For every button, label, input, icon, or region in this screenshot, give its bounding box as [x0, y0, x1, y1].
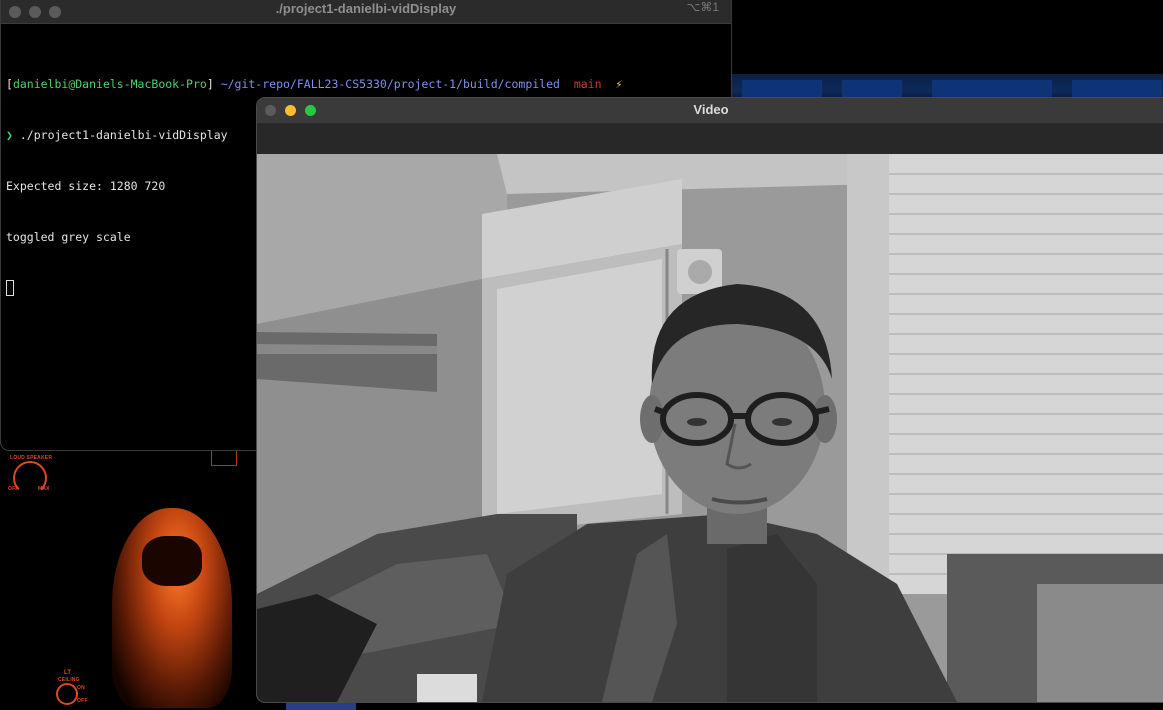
prompt-user-host: danielbi@Daniels-MacBook-Pro	[12, 77, 207, 91]
terminal-prompt-line: [danielbi@Daniels-MacBook-Pro] ~/git-rep…	[6, 77, 623, 91]
prompt-path: ~/git-repo/FALL23-CS5330/project-1/build…	[220, 77, 560, 91]
ceiling-label: CEILING	[58, 677, 80, 683]
video-titlebar[interactable]: Video	[257, 98, 1163, 124]
speaker-off-label: OFF	[8, 486, 19, 492]
video-toolbar	[257, 124, 1163, 155]
terminal-cursor[interactable]	[6, 280, 14, 296]
ceiling-on-label: ON	[77, 685, 85, 691]
lt-label: LT	[64, 670, 72, 676]
video-frame[interactable]	[257, 154, 1163, 702]
terminal-title: ./project1-danielbi-vidDisplay	[275, 1, 457, 16]
video-title: Video	[693, 102, 729, 117]
ceiling-knob-icon	[56, 683, 78, 705]
wallpaper-orange-glow	[112, 508, 232, 708]
video-window[interactable]: Video	[256, 97, 1163, 703]
greyscale-webcam-image	[257, 154, 1163, 702]
speaker-max-label: MAX	[38, 486, 50, 492]
wallpaper-blue-strip	[286, 702, 356, 710]
command-text: ./project1-danielbi-vidDisplay	[19, 128, 228, 142]
terminal-titlebar[interactable]: ./project1-danielbi-vidDisplay ⌥⌘1	[1, 0, 731, 24]
wallpaper-orange-outline	[211, 451, 237, 466]
lightning-icon: ⚡	[615, 77, 623, 91]
prompt-chevron-icon: ❯	[6, 128, 13, 142]
terminal-shortcut: ⌥⌘1	[686, 0, 719, 14]
ceiling-off-label: OFF	[77, 698, 88, 704]
prompt-branch: main	[573, 77, 602, 91]
